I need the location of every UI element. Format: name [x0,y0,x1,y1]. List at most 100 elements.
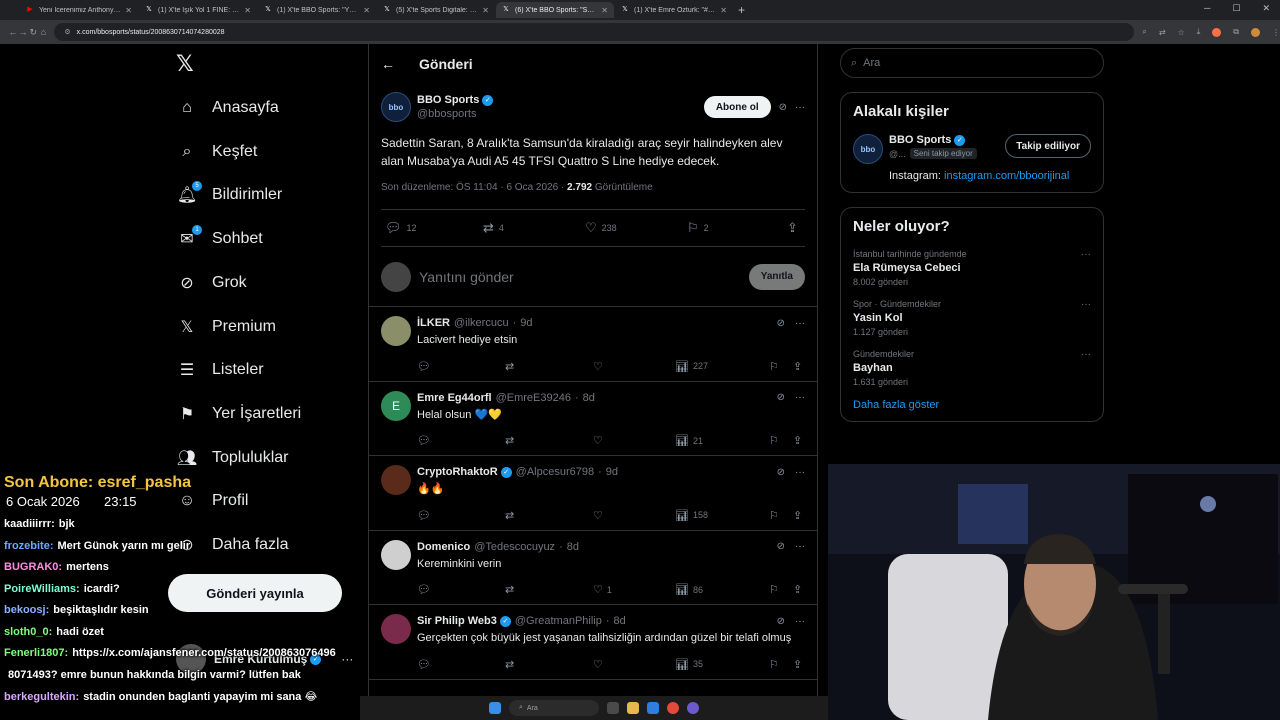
reply-author[interactable]: Sir Philip Web3 [417,615,497,627]
avatar[interactable] [381,316,411,346]
repost-action[interactable]: ⇄ 4 [483,220,585,236]
repost-action[interactable]: ⇄ [505,509,593,522]
reply-author[interactable]: Emre Eg44orfl [417,392,492,404]
bookmark-action[interactable]: ⚐ [769,360,793,373]
share-action[interactable]: ⇪ [793,658,802,671]
bookmark-action[interactable]: ⚐ [769,658,793,671]
avatar[interactable]: E [381,390,411,421]
reply-handle[interactable]: @ilkercucu [454,317,509,329]
nav-item-search[interactable]: ⌕ Keşfet [176,136,258,168]
browser-tab[interactable]: ▶ Yeni İcerenimiz Anthony Mu.. ✕ [20,2,138,18]
reply-handle[interactable]: @Tedescocuyuz [474,541,555,553]
views-action[interactable]: 📊︎ 86 [675,583,769,596]
reply-author[interactable]: CryptoRhaktoR [417,466,498,478]
repost-action[interactable]: ⇄ [505,360,593,373]
reply-author[interactable]: Domenico [417,541,470,553]
bookmark-action[interactable]: ⚐ [769,583,793,596]
views-action[interactable]: 📊︎ 35 [675,658,769,671]
trend-item[interactable]: Gündemdekiler Bayhan 1.631 gönderi ··· [853,349,1091,387]
reply-post[interactable]: E Emre Eg44orfl @EmreE39246 · 8d ⊘ ··· Helal ol… [369,382,817,456]
tab-close-icon[interactable]: ✕ [244,6,251,15]
download-icon[interactable]: ⤓ [1197,27,1201,37]
views-action[interactable]: 📊︎ 227 [675,360,769,373]
like-action[interactable]: ♡ [593,360,675,373]
reply-post[interactable]: CryptoRhaktoR ✓ @Alpcesur6798 · 9d ⊘ ··· 🔥🔥 💬︎ ⇄ ♡… [369,456,817,531]
translate-icon[interactable]: ⇄ [1159,28,1166,37]
grok-icon[interactable]: ⊘ [777,541,785,552]
task-view-icon[interactable] [607,702,619,714]
bio-link[interactable]: instagram.com/bboorijinal [944,170,1069,182]
reply-time[interactable]: 9d [520,317,532,329]
reply-post[interactable]: İLKER @ilkercucu · 9d ⊘ ··· Lacivert hediye et… [369,307,817,382]
following-button[interactable]: Takip ediliyor [1005,134,1091,158]
reload-icon[interactable]: ↻ [28,27,38,38]
bookmark-action[interactable]: ⚐ 2 [687,220,787,236]
tab-close-icon[interactable]: ✕ [125,6,132,15]
reply-post[interactable]: Sir Philip Web3 ✓ @GreatmanPhilip · 8d ⊘ ··· Ge… [369,605,817,680]
more-icon[interactable]: ··· [795,616,805,627]
browser-tab[interactable]: 𝕏 (1) X'te BBO Sports: "Yüksel Yıl.. ✕ [258,2,376,18]
profile-avatar-icon[interactable] [1251,27,1260,37]
nav-item-mail[interactable]: ✉ 1 Sohbet [176,223,263,255]
like-action[interactable]: ♡ 238 [585,220,687,236]
repost-action[interactable]: ⇄ [505,658,593,671]
more-icon[interactable]: ··· [795,541,805,552]
reply-handle[interactable]: @Alpcesur6798 [516,466,594,478]
bookmark-action[interactable]: ⚐ [769,434,793,447]
reply-action[interactable]: 💬︎ [417,583,505,596]
post-author[interactable]: BBO Sports [417,93,479,107]
reply-author[interactable]: İLKER [417,317,450,329]
reply-button[interactable]: Yanıtla [748,263,805,290]
reply-action[interactable]: 💬︎ [417,509,505,522]
close-window-icon[interactable]: ✕ [1262,3,1270,14]
start-icon[interactable] [489,702,501,714]
show-more-link[interactable]: Daha fazla göster [853,399,1091,411]
star-icon[interactable]: ☆ [1178,28,1185,37]
grok-icon[interactable]: ⊘ [777,616,785,627]
grok-icon[interactable]: ⊘ [777,392,785,403]
reply-action[interactable]: 💬︎ [417,360,505,373]
share-action[interactable]: ⇪ [787,220,798,236]
related-person[interactable]: bbo BBO Sports ✓ @... Seni takip ediyor Ta… [853,134,1091,164]
reply-time[interactable]: 8d [614,615,626,627]
nav-item-x-premium[interactable]: 𝕏 Premium [176,311,276,343]
browser-tab[interactable]: 𝕏 (1) X'te Emre Ozturk: "#SADNEBI.. ✕ [615,2,733,18]
more-icon[interactable]: ··· [795,467,805,478]
like-action[interactable]: ♡ [593,509,675,522]
grok-icon[interactable]: ⊘ [777,318,785,329]
menu-icon[interactable]: ⋮ [1272,28,1280,37]
views-action[interactable]: 📊︎ 21 [675,434,769,447]
nav-item-home[interactable]: ⌂ Anasayfa [176,92,279,124]
more-icon[interactable]: ··· [795,392,805,403]
trend-item[interactable]: Spor · Gündemdekiler Yasin Kol 1.127 gönde… [853,299,1091,337]
like-action[interactable]: ♡ [593,658,675,671]
chrome-icon[interactable] [667,702,679,714]
app-icon[interactable] [687,702,699,714]
nav-item-profile[interactable]: ☺ Profil [176,485,249,517]
more-icon[interactable]: ··· [1081,349,1091,360]
maximize-icon[interactable]: ☐ [1232,3,1240,14]
browser-tab[interactable]: 𝕏 (5) X'te Sports Digitale: "Şenol.. ✕ [377,2,495,18]
share-action[interactable]: ⇪ [793,360,802,373]
reply-action[interactable]: 💬︎ 12 [381,220,483,236]
reply-handle[interactable]: @EmreE39246 [496,392,571,404]
reply-input[interactable]: Yanıtını gönder [419,269,514,285]
avatar[interactable] [381,539,411,570]
more-icon[interactable]: ··· [795,318,805,329]
home-browser-icon[interactable]: ⌂ [38,27,48,37]
subscribe-button[interactable]: Abone ol [703,96,771,118]
trend-item[interactable]: İstanbul tarihinde gündemde Ela Rümeysa C… [853,249,1091,287]
nav-item-bell[interactable]: 🔔︎ 5 Bildirimler [176,179,282,211]
share-action[interactable]: ⇪ [793,583,802,596]
zoom-icon[interactable]: ⌕ [1142,27,1146,37]
minimize-icon[interactable]: ─ [1204,3,1210,14]
like-action[interactable]: ♡ 1 [593,583,675,596]
share-action[interactable]: ⇪ [793,434,802,447]
bookmark-action[interactable]: ⚐ [769,509,793,522]
more-icon[interactable]: ··· [1081,249,1091,260]
grok-icon[interactable]: ⊘ [777,467,785,478]
avatar[interactable] [381,465,411,495]
reply-time[interactable]: 9d [606,466,618,478]
reply-post[interactable]: Domenico @Tedescocuyuz · 8d ⊘ ··· Kereminkini … [369,531,817,605]
forward-icon[interactable]: → [18,27,28,37]
